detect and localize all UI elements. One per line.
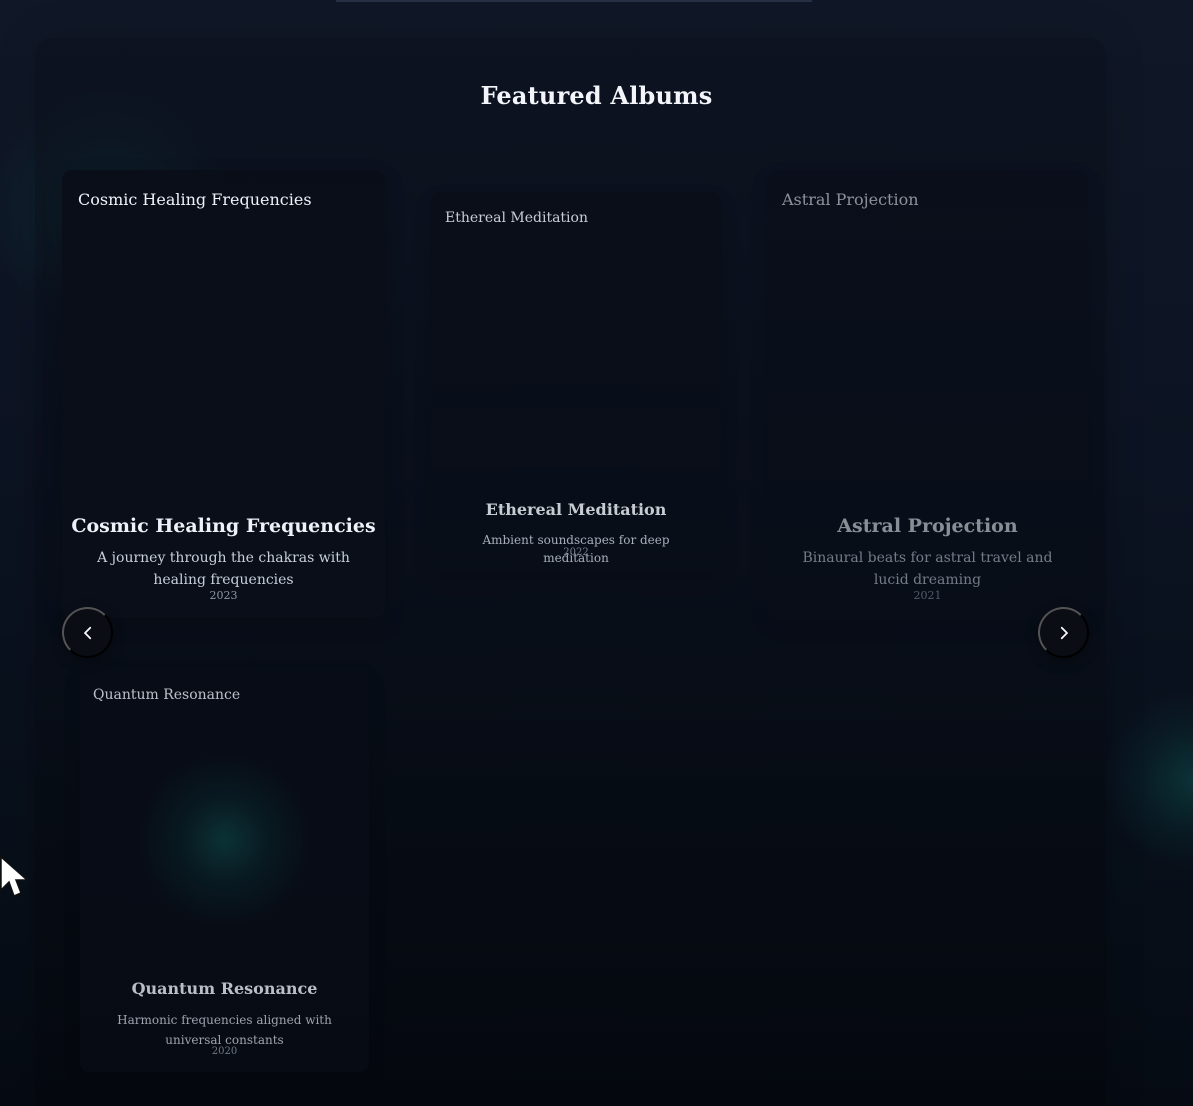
previous-album-button[interactable] — [62, 607, 113, 658]
album-title: Cosmic Healing Frequencies — [71, 514, 376, 537]
album-cover-label: Cosmic Healing Frequencies — [78, 190, 312, 209]
album-cover-label: Ethereal Meditation — [445, 210, 588, 226]
album-cover[interactable]: Cosmic Healing Frequencies — [62, 170, 385, 478]
album-title: Ethereal Meditation — [485, 500, 667, 520]
chevron-left-icon — [83, 626, 91, 639]
album-year: 2022 — [563, 547, 589, 558]
album-card-astral-projection[interactable]: Astral Projection Astral Projection Bina… — [767, 170, 1088, 618]
album-cover[interactable]: Astral Projection — [767, 170, 1088, 478]
album-cover[interactable]: Ethereal Meditation — [431, 192, 721, 468]
album-year: 2021 — [913, 589, 942, 602]
album-card-ethereal-meditation[interactable]: Ethereal Meditation Ethereal Meditation … — [431, 192, 721, 574]
album-description: Binaural beats for astral travel and luc… — [802, 550, 1053, 588]
chevron-right-icon — [1060, 626, 1068, 639]
next-album-button[interactable] — [1038, 607, 1089, 658]
top-divider — [336, 0, 812, 2]
album-year: 2020 — [211, 1046, 238, 1057]
mouse-cursor-icon — [0, 856, 28, 898]
album-description: Harmonic frequencies aligned with univer… — [117, 1013, 332, 1047]
album-year: 2023 — [209, 589, 238, 602]
album-card-cosmic-healing-frequencies[interactable]: Cosmic Healing Frequencies Cosmic Healin… — [62, 170, 385, 618]
album-title: Quantum Resonance — [131, 979, 318, 999]
album-cover-label: Astral Projection — [782, 190, 919, 209]
album-cover-label: Quantum Resonance — [93, 687, 241, 703]
album-description: A journey through the chakras with heali… — [97, 550, 350, 588]
section-title: Featured Albums — [480, 81, 713, 111]
album-cover[interactable]: Quantum Resonance — [80, 668, 369, 950]
featured-albums-page: Featured Albums Cosmic Healing Frequenci… — [0, 0, 1193, 1106]
album-card-quantum-resonance[interactable]: Quantum Resonance Quantum Resonance Harm… — [80, 668, 369, 1072]
album-title: Astral Projection — [837, 514, 1018, 537]
